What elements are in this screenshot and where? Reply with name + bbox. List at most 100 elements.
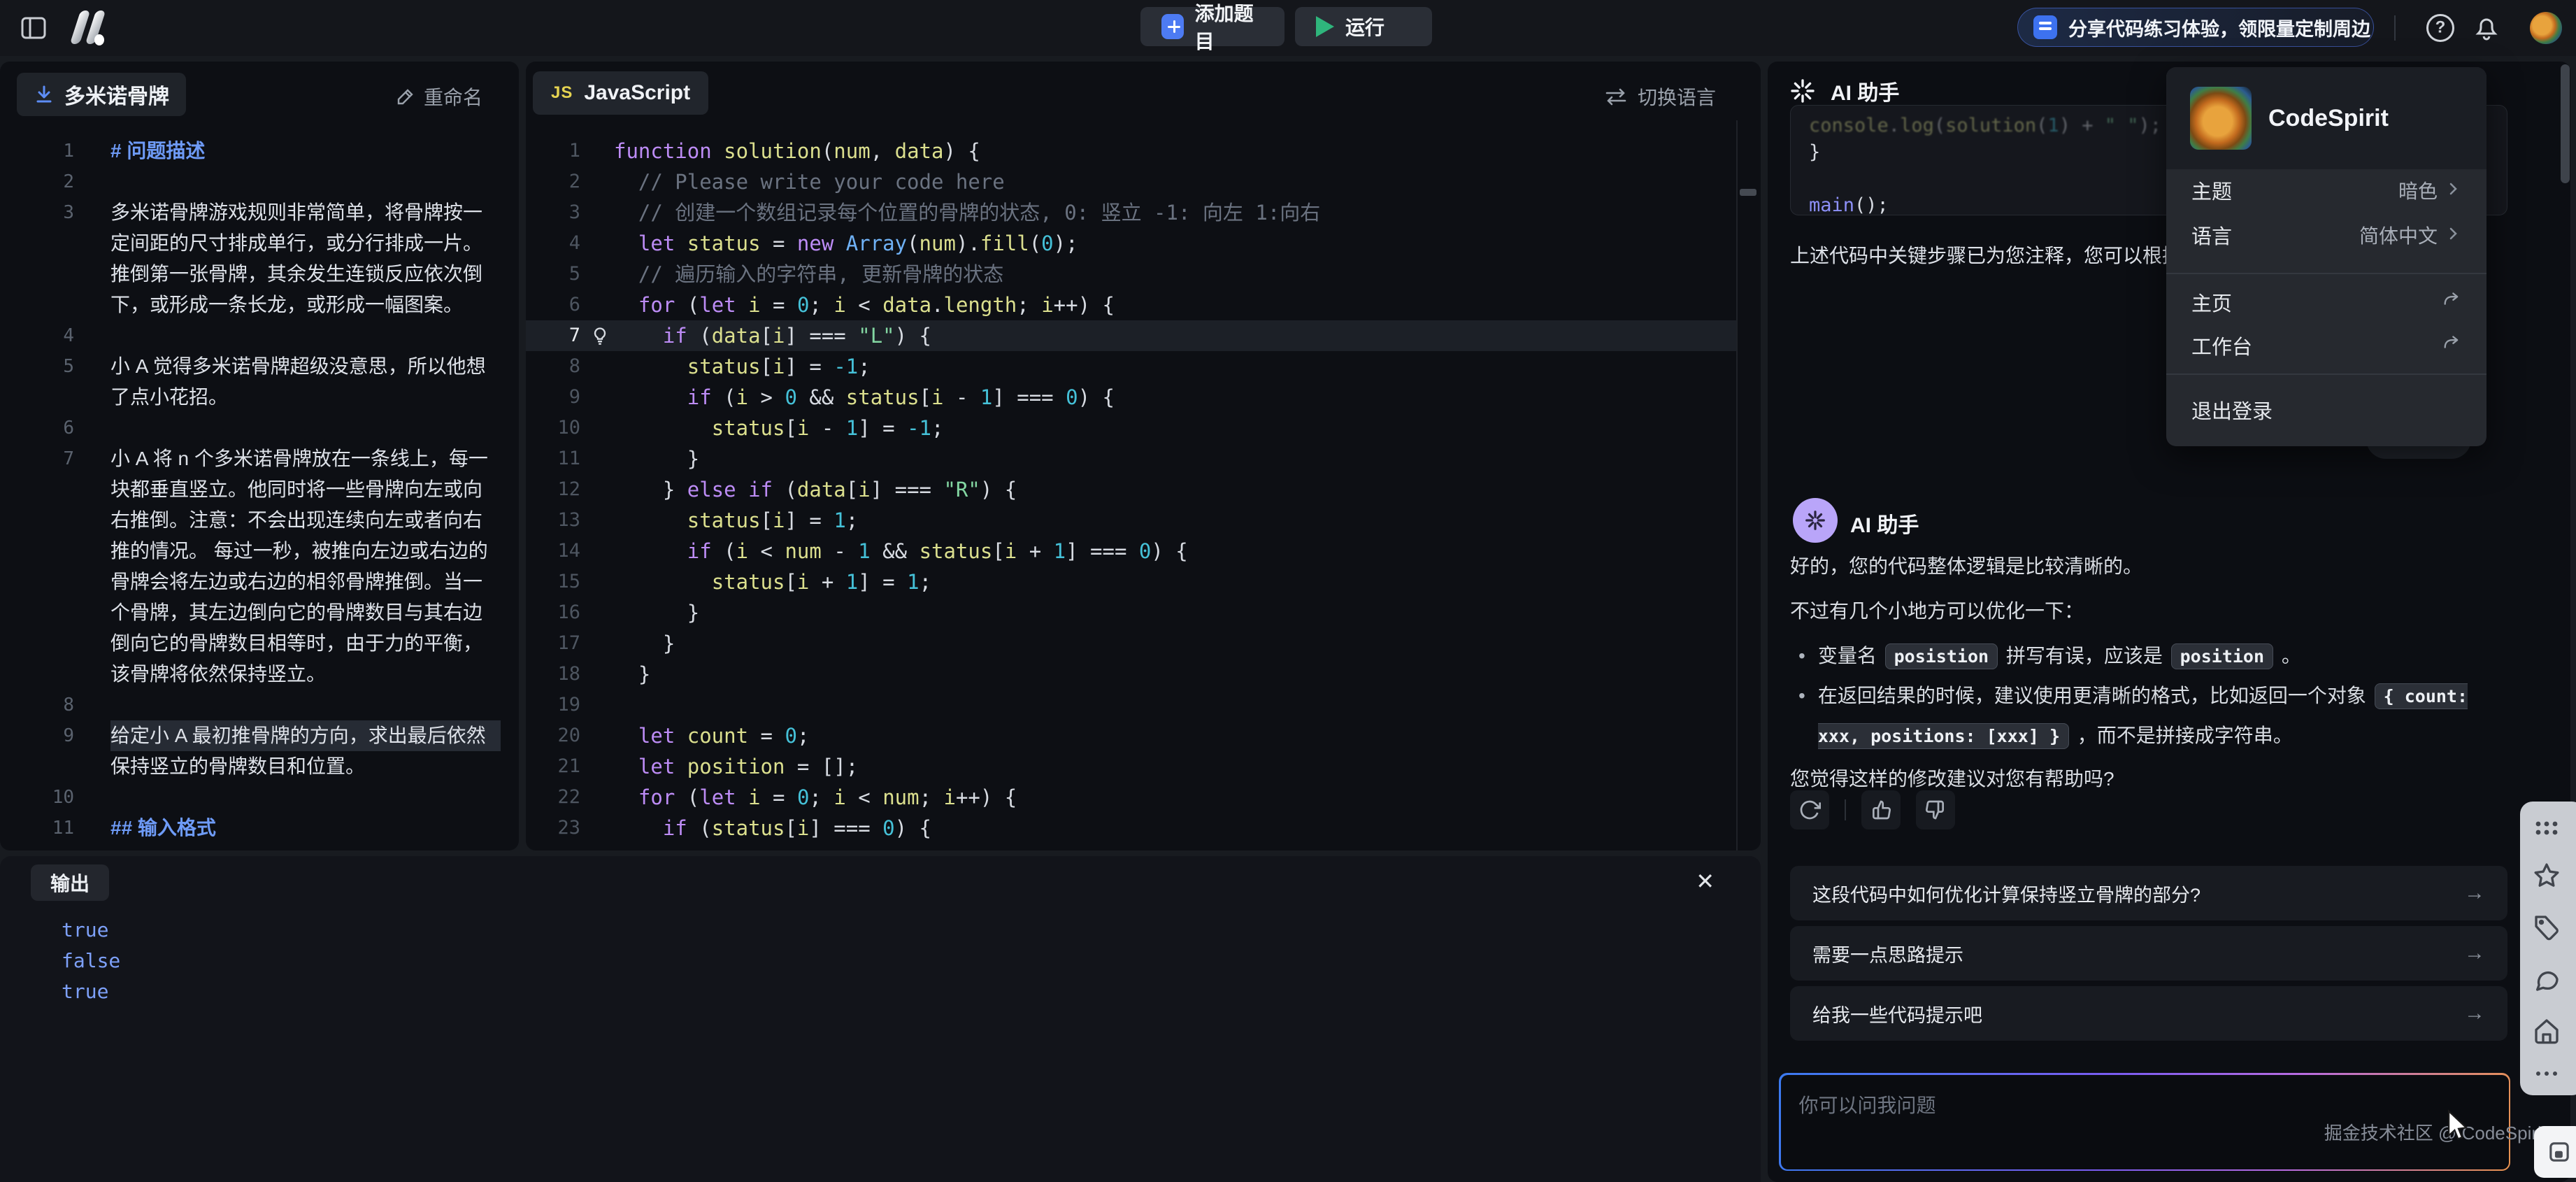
code-token: ; (931, 416, 943, 440)
code-line[interactable]: 16 } (526, 597, 1736, 628)
code-editor-content[interactable]: 1function solution(num, data) {2 // Plea… (526, 136, 1736, 850)
notifications-bell-icon[interactable] (2473, 14, 2500, 42)
bullet-dot: • (1798, 676, 1805, 756)
code-line[interactable]: 21 let position = []; (526, 751, 1736, 782)
code-line[interactable]: 14 if (i < num - 1 && status[i + 1] === … (526, 536, 1736, 567)
code-line[interactable]: 2 // Please write your code here (526, 166, 1736, 197)
code-line[interactable]: 9 if (i > 0 && status[i - 1] === 0) { (526, 382, 1736, 413)
suggestion-chip[interactable]: 给我一些代码提示吧→ (1790, 986, 2507, 1041)
regenerate-button[interactable] (1790, 790, 1829, 829)
more-ellipsis-icon[interactable] (2533, 1069, 2561, 1078)
editor-scrollbar-thumb[interactable] (1740, 189, 1756, 196)
code-line[interactable]: 18 } (526, 659, 1736, 690)
code-token: (); (1854, 194, 1889, 215)
code-line[interactable]: 23 if (status[i] === 0) { (526, 813, 1736, 843)
code-line[interactable]: 15 status[i + 1] = 1; (526, 567, 1736, 597)
language-tab[interactable]: JS JavaScript (533, 71, 708, 115)
code-line[interactable]: 7 if (data[i] === "L") { (526, 320, 1736, 351)
dropdown-user-avatar (2190, 87, 2252, 150)
code-line[interactable]: 3 // 创建一个数组记录每个位置的骨牌的状态, 0: 竖立 -1: 向左 1:… (526, 197, 1736, 228)
marscode-logo-icon[interactable] (66, 9, 117, 47)
problem-tab[interactable]: 多米诺骨牌 (17, 73, 186, 116)
line-number: 18 (526, 659, 580, 690)
line-number: 15 (526, 567, 580, 597)
code-line[interactable]: 19 (526, 690, 1736, 720)
problem-line[interactable]: 4 (0, 320, 519, 351)
output-value: true (62, 915, 120, 946)
output-tab[interactable]: 输出 (31, 864, 109, 901)
code-line[interactable]: 10 status[i - 1] = -1; (526, 413, 1736, 443)
user-avatar[interactable] (2530, 12, 2562, 44)
code-line[interactable]: 8 status[i] = -1; (526, 351, 1736, 382)
tag-icon[interactable] (2533, 913, 2561, 941)
menu-item-主题[interactable]: 主题暗色 (2166, 171, 2486, 210)
code-line[interactable]: 17 } (526, 628, 1736, 659)
problem-line[interactable]: 5小 A 觉得多米诺骨牌超级没意思，所以他想了点小花招。 (0, 351, 519, 413)
thumbs-up-button[interactable] (1861, 790, 1901, 829)
problem-line[interactable]: 8 (0, 690, 519, 720)
code-line[interactable]: 11 } (526, 443, 1736, 474)
promo-banner[interactable]: 分享代码练习体验，领限量定制周边 (2017, 8, 2374, 47)
suggestion-chip[interactable]: 这段代码中如何优化计算保持竖立骨牌的部分?→ (1790, 866, 2507, 920)
code-line[interactable]: 6 for (let i = 0; i < data.length; i++) … (526, 290, 1736, 320)
code-line[interactable]: 1function solution(num, data) { (526, 136, 1736, 166)
problem-line[interactable]: 3多米诺骨牌游戏规则非常简单，将骨牌按一定间距的尺寸排成单行，或分行排成一片。推… (0, 197, 519, 320)
rename-button[interactable]: 重命名 (396, 83, 482, 111)
code-token: ++) { (1054, 293, 1115, 317)
code-token: ] === (871, 478, 944, 501)
code-token: count (687, 724, 748, 748)
sidebar-toggle-icon[interactable] (20, 14, 48, 42)
problem-line[interactable]: 10 (0, 782, 519, 813)
problem-line[interactable]: 2 (0, 166, 519, 197)
code-token: i (797, 816, 809, 840)
code-line[interactable]: 5 // 遍历输入的字符串, 更新骨牌的状态 (526, 259, 1736, 290)
star-icon[interactable] (2533, 862, 2561, 890)
line-number: 12 (526, 474, 580, 505)
code-token: status (687, 508, 761, 532)
menu-item-退出登录[interactable]: 退出登录 (2166, 390, 2486, 429)
problem-line[interactable]: 9给定小 A 最初推骨牌的方向，求出最后依然保持竖立的骨牌数目和位置。 (0, 720, 519, 782)
code-text (580, 690, 614, 720)
code-token: num (920, 232, 956, 255)
menu-item-工作台[interactable]: 工作台 (2166, 326, 2486, 365)
code-token: i (773, 508, 785, 532)
page-scrollbar-thumb[interactable] (2561, 64, 2570, 183)
badge-card-icon (2033, 15, 2057, 39)
code-token: solution (724, 139, 822, 163)
problem-line[interactable]: 6 (0, 413, 519, 443)
code-token: " " (2105, 115, 2139, 136)
help-icon[interactable] (2426, 14, 2454, 42)
code-line[interactable]: 12 } else if (data[i] === "R") { (526, 474, 1736, 505)
code-token: 1 (846, 416, 858, 440)
menu-item-主页[interactable]: 主页 (2166, 283, 2486, 322)
code-text: } else if (data[i] === "R") { (580, 474, 1017, 505)
close-output-icon[interactable]: ✕ (1696, 869, 1715, 894)
problem-line[interactable]: 1# 问题描述 (0, 136, 519, 166)
run-button[interactable]: 运行 (1295, 7, 1432, 46)
code-line[interactable]: 22 for (let i = 0; i < num; i++) { (526, 782, 1736, 813)
code-token: status (712, 816, 785, 840)
thumbs-down-button[interactable] (1916, 790, 1955, 829)
code-token: let (699, 785, 748, 809)
code-token: 1 (858, 539, 870, 563)
problem-text (110, 413, 501, 443)
code-line[interactable]: 13 status[i] = 1; (526, 505, 1736, 536)
extension-handle-button[interactable] (2534, 1126, 2576, 1178)
code-text: // Please write your code here (580, 166, 1005, 197)
menu-item-value: 暗色 (2398, 176, 2461, 204)
code-line[interactable]: 4 let status = new Array(num).fill(0); (526, 228, 1736, 259)
home-icon[interactable] (2533, 1017, 2561, 1045)
chat-bubble-icon[interactable] (2533, 965, 2561, 993)
menu-item-语言[interactable]: 语言简体中文 (2166, 215, 2486, 255)
code-token: [ (785, 416, 796, 440)
problem-line[interactable]: 11## 输入格式 (0, 813, 519, 843)
switch-language-button[interactable]: 切换语言 (1604, 83, 1716, 111)
problem-line[interactable]: 7小 A 将 n 个多米诺骨牌放在一条线上，每一块都垂直竖立。他同时将一些骨牌向… (0, 443, 519, 690)
add-problem-button[interactable]: 添加题目 (1140, 7, 1285, 46)
problem-text: # 问题描述 (110, 136, 501, 166)
code-line[interactable]: 20 let count = 0; (526, 720, 1736, 751)
suggestion-chip[interactable]: 需要一点思路提示→ (1790, 926, 2507, 981)
code-text: let count = 0; (580, 720, 809, 751)
drag-dots-icon[interactable] (2533, 818, 2561, 838)
code-token: data (712, 324, 761, 348)
